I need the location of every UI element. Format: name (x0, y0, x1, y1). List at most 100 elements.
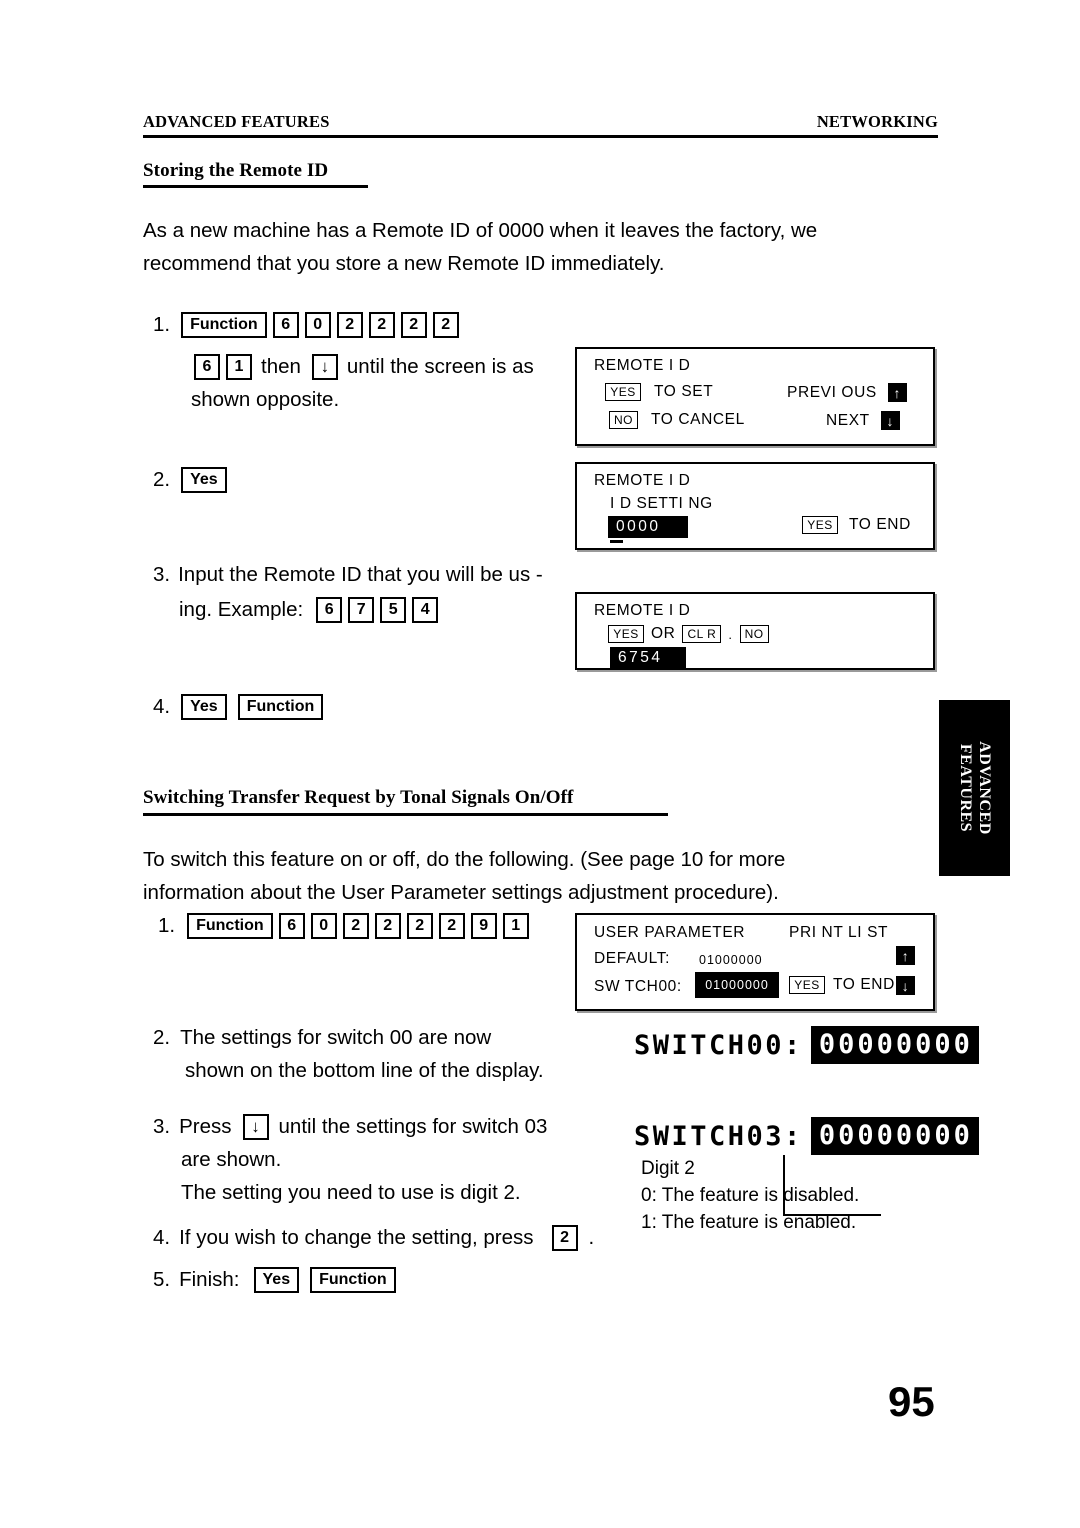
lcd3-value-field[interactable]: 6754 (610, 647, 686, 669)
lcd4-default-value: 01000000 (699, 953, 763, 967)
section1-step1-line2: 6 1 then ↓ until the screen is as (191, 350, 534, 383)
big-display-switch03-value: 00000000 (810, 1117, 979, 1155)
page-header: ADVANCED FEATURES NETWORKING (143, 112, 938, 132)
big-display-switch00-value: 00000000 (810, 1026, 979, 1064)
lcd4-down-arrow-wrap[interactable]: ↓ (896, 976, 915, 995)
lcd3-clr-key[interactable]: CL R (682, 625, 722, 643)
big-display-switch00: SWITCH00: 00000000 (634, 1026, 979, 1064)
section2-step3-number: 3. (153, 1115, 171, 1138)
lcd4-to-end-label: TO END (833, 976, 895, 993)
section2-step1-line: 1. Function 6 0 2 2 2 2 9 1 (158, 909, 532, 942)
section2-step2: 2. The settings for switch 00 are now sh… (153, 1021, 544, 1087)
section2-step2-number: 2. (153, 1026, 171, 1049)
lcd2-cursor (610, 540, 623, 543)
key-1[interactable]: 1 (226, 353, 252, 380)
key-6[interactable]: 6 (272, 311, 299, 338)
section2-step4: 4. If you wish to change the setting, pr… (153, 1221, 594, 1254)
key-5[interactable]: 5 (380, 596, 407, 623)
key-function[interactable]: Function (181, 311, 267, 338)
section2-step3-press-label: Press (179, 1115, 232, 1138)
lcd1-row-set: YES TO SET (605, 383, 713, 401)
key-9[interactable]: 9 (470, 912, 497, 939)
lcd4-print-list-label: PRI NT LI ST (789, 924, 889, 941)
key-6-c[interactable]: 6 (316, 596, 343, 623)
down-arrow-icon-b[interactable]: ↓ (896, 976, 915, 995)
lcd4-switch00-value[interactable]: 01000000 (695, 972, 779, 998)
key-2-h[interactable]: 2 (438, 912, 465, 939)
key-6-d[interactable]: 6 (278, 912, 305, 939)
section2-step5-line: 5. Finish: Yes Function (153, 1263, 399, 1296)
section2-step3-line3: The setting you need to use is digit 2. (181, 1176, 547, 1209)
key-2-c[interactable]: 2 (400, 311, 427, 338)
lcd1-yes-key[interactable]: YES (605, 383, 641, 401)
key-2-b[interactable]: 2 (368, 311, 395, 338)
lcd2-value-field[interactable]: 0000 (608, 516, 688, 538)
lcd1-row-cancel: NO TO CANCEL (609, 411, 745, 429)
lcd4-switch00-field[interactable]: 01000000 (695, 972, 779, 998)
section2-step4-number: 4. (153, 1226, 171, 1249)
key-function-d[interactable]: Function (310, 1266, 396, 1293)
section1-step3-line2: ing. Example: 6 7 5 4 (179, 593, 543, 626)
key-1-b[interactable]: 1 (502, 912, 529, 939)
key-2-g[interactable]: 2 (406, 912, 433, 939)
lcd2-to-end-label: TO END (849, 516, 911, 533)
section1-step3-line1: 3. Input the Remote ID that you will be … (153, 558, 543, 591)
big-display-switch03-label: SWITCH03: (634, 1120, 803, 1152)
lcd4-default-label: DEFAULT: (594, 950, 671, 967)
lcd1-next-label: NEXT (826, 411, 870, 429)
lcd3-yes-key[interactable]: YES (608, 625, 644, 643)
lcd1-row-previous: PREVI OUS ↑ (787, 383, 907, 402)
key-yes-b[interactable]: Yes (181, 693, 227, 720)
key-yes-c[interactable]: Yes (253, 1266, 300, 1293)
key-function-b[interactable]: Function (237, 693, 324, 720)
key-4[interactable]: 4 (412, 596, 439, 623)
header-divider (143, 135, 938, 138)
section1-step2-line: 2. Yes (153, 463, 230, 496)
key-down-arrow[interactable]: ↓ (311, 353, 338, 380)
section1-step4: 4. Yes Function (153, 690, 326, 723)
lcd4-row-end: YES TO END (789, 976, 895, 994)
section2-heading-underline (143, 813, 668, 816)
lcd2-id-value[interactable]: 0000 (608, 516, 688, 538)
side-tab-advanced-features: ADVANCED FEATURES (939, 700, 1010, 876)
lcd3-dot: . (728, 626, 733, 642)
key-yes[interactable]: Yes (181, 466, 227, 493)
lcd4-yes-key[interactable]: YES (789, 976, 825, 994)
lcd3-id-value[interactable]: 6754 (610, 647, 686, 669)
section1-step3-text1: Input the Remote ID that you will be us … (178, 563, 543, 586)
section2-intro-line2: information about the User Parameter set… (143, 881, 779, 904)
lcd1-no-key[interactable]: NO (609, 411, 638, 429)
key-2-i[interactable]: 2 (551, 1224, 578, 1251)
section2-step2-text2: shown on the bottom line of the display. (185, 1059, 544, 1082)
key-0[interactable]: 0 (304, 311, 331, 338)
key-function-c[interactable]: Function (187, 912, 273, 939)
key-2-d[interactable]: 2 (432, 311, 459, 338)
lcd2-title: REMOTE I D (594, 472, 691, 489)
header-left-label: ADVANCED FEATURES (143, 112, 330, 131)
down-arrow-icon[interactable]: ↓ (880, 411, 900, 430)
lcd4-switch00-label: SW TCH00: (594, 978, 682, 995)
lcd1-title: REMOTE I D (594, 357, 691, 374)
lcd-panel-remote-id-entry: REMOTE I D YES OR CL R . NO 6754 (575, 592, 935, 670)
section1-step1-number: 1. (153, 313, 171, 336)
key-2-a[interactable]: 2 (336, 311, 363, 338)
key-2-f[interactable]: 2 (374, 912, 401, 939)
section1-step3-text2: ing. Example: (179, 598, 304, 621)
lcd1-previous-label: PREVI OUS (787, 383, 877, 401)
lcd-panel-remote-id-menu: REMOTE I D YES TO SET PREVI OUS ↑ NO TO … (575, 347, 935, 446)
lcd4-up-arrow-wrap[interactable]: ↑ (896, 946, 915, 965)
section2-step5-number: 5. (153, 1268, 171, 1291)
up-arrow-icon-b[interactable]: ↑ (896, 946, 915, 965)
lcd3-no-key[interactable]: NO (739, 625, 769, 643)
section2-step2-line1: 2. The settings for switch 00 are now (153, 1021, 544, 1054)
up-arrow-icon[interactable]: ↑ (887, 383, 907, 402)
key-2-e[interactable]: 2 (342, 912, 369, 939)
lcd1-to-set-label: TO SET (654, 383, 714, 400)
key-7[interactable]: 7 (348, 596, 375, 623)
side-tab-text: ADVANCED FEATURES (956, 741, 994, 835)
key-down-arrow-b[interactable]: ↓ (242, 1113, 269, 1140)
lcd2-yes-key[interactable]: YES (802, 516, 838, 534)
key-0-b[interactable]: 0 (310, 912, 337, 939)
key-6-b[interactable]: 6 (194, 353, 220, 380)
section1-heading-underline (143, 185, 368, 188)
